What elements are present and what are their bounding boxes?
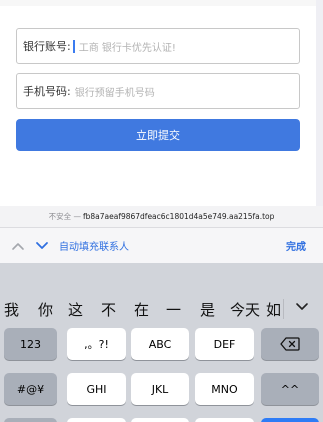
candidate-item[interactable]: 如: [266, 299, 281, 320]
phone-field[interactable]: 手机号码: 银行预留手机号码: [16, 73, 300, 109]
key-punctuation[interactable]: ,。?!: [67, 328, 126, 360]
chevron-down-icon[interactable]: [33, 237, 51, 255]
autofill-contacts-button[interactable]: 自动填充联系人: [59, 238, 129, 253]
key-row3-partial[interactable]: [131, 418, 189, 422]
screen: 银行账号: 工商 银行卡优先认证! 手机号码: 银行预留手机号码 立即提交 不安…: [0, 0, 323, 422]
key-row3-partial[interactable]: [4, 418, 57, 422]
url-domain: fb8a7aeaf9867dfeac6c1801d4a5e749.aa215fa…: [82, 212, 275, 221]
candidate-item[interactable]: 在: [134, 299, 149, 320]
url-bar[interactable]: 不安全 — fb8a7aeaf9867dfeac6c1801d4a5e749.a…: [0, 206, 323, 227]
key-abc[interactable]: ABC: [131, 328, 189, 360]
candidate-item[interactable]: 今天: [230, 299, 260, 320]
key-def[interactable]: DEF: [195, 328, 254, 360]
candidate-item[interactable]: 是: [200, 299, 215, 320]
key-row3-partial[interactable]: [67, 418, 126, 422]
chevron-up-icon[interactable]: [9, 237, 27, 255]
candidate-item[interactable]: 你: [38, 299, 53, 320]
key-emoticon[interactable]: ^^: [261, 373, 319, 405]
expand-candidates-icon[interactable]: [292, 297, 312, 317]
key-symbols[interactable]: #@¥: [4, 373, 57, 405]
account-placeholder: 工商 银行卡优先认证!: [78, 42, 176, 54]
text-caret: [72, 39, 75, 53]
account-label: 银行账号:: [23, 40, 71, 53]
key-mno[interactable]: MNO: [195, 373, 254, 405]
account-field[interactable]: 银行账号: 工商 银行卡优先认证!: [16, 28, 300, 64]
candidate-item[interactable]: 这: [68, 299, 83, 320]
delete-key[interactable]: [261, 328, 319, 360]
candidate-item[interactable]: 我: [4, 299, 19, 320]
key-return-partial[interactable]: [261, 418, 319, 422]
keyboard: 我 你 这 不 在 一 是 今天 如 123 ,。?! ABC DEF #@¥ …: [0, 263, 323, 422]
candidate-item[interactable]: 不: [101, 299, 116, 320]
web-content: 银行账号: 工商 银行卡优先认证! 手机号码: 银行预留手机号码 立即提交: [0, 0, 323, 206]
key-row3-partial[interactable]: [195, 418, 254, 422]
insecure-label: 不安全 —: [48, 212, 81, 221]
phone-label: 手机号码:: [23, 85, 71, 98]
submit-button[interactable]: 立即提交: [16, 119, 300, 151]
candidate-item[interactable]: 一: [166, 299, 181, 320]
keyboard-accessory-bar: 自动填充联系人 完成: [0, 227, 323, 263]
done-button[interactable]: 完成: [286, 238, 306, 253]
candidate-divider: [283, 299, 284, 319]
key-ghi[interactable]: GHI: [67, 373, 126, 405]
phone-placeholder: 银行预留手机号码: [74, 87, 155, 99]
key-jkl[interactable]: JKL: [131, 373, 189, 405]
key-123[interactable]: 123: [4, 328, 57, 360]
backspace-icon: [280, 337, 300, 351]
candidate-bar: 我 你 这 不 在 一 是 今天 如: [0, 291, 323, 327]
form-card: 银行账号: 工商 银行卡优先认证! 手机号码: 银行预留手机号码 立即提交: [0, 6, 316, 206]
